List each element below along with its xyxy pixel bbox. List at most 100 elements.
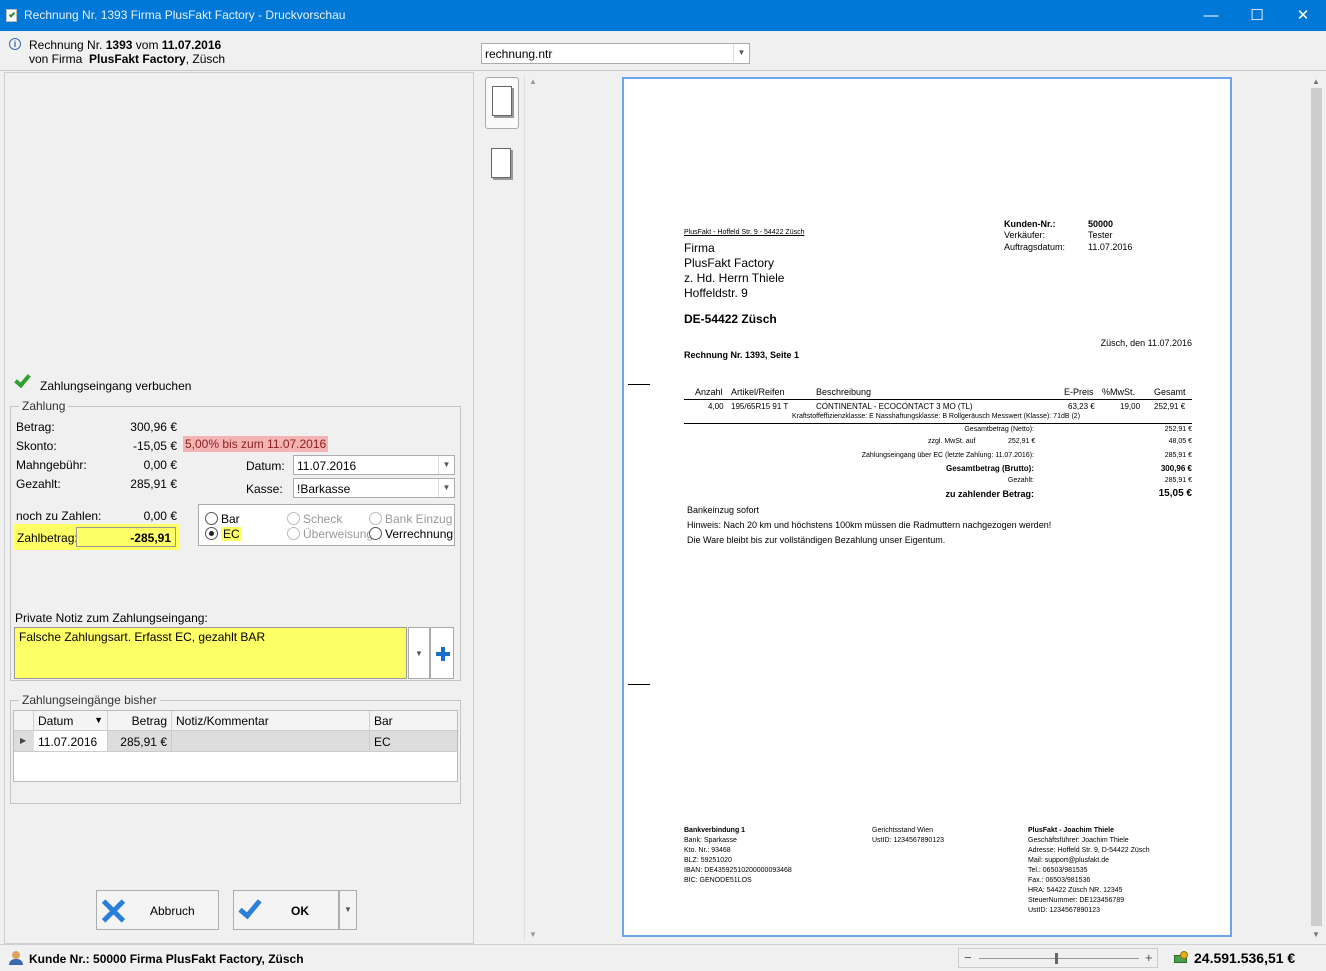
register-label: Kasse:: [246, 482, 283, 496]
scroll-down-icon: ▼: [1312, 930, 1320, 939]
chevron-down-icon: ▼: [733, 44, 749, 62]
row-betrag: 285,91 €: [108, 731, 172, 751]
sort-down-icon: ▼: [94, 715, 103, 725]
preview-area: PlusFakt - Hoffeld Str. 9 - 54422 Züsch …: [548, 72, 1326, 944]
ok-button[interactable]: OK: [233, 890, 339, 930]
customer-icon: [9, 951, 23, 965]
page-thumbnail-1[interactable]: [485, 77, 519, 129]
doc-sum-netto-label: Gesamtbetrag (Netto):: [964, 426, 1034, 433]
status-bar: Kunde Nr.: 50000 Firma PlusFakt Factory,…: [0, 944, 1326, 971]
note-label: Private Notiz zum Zahlungseingang:: [15, 611, 208, 625]
radio-ec[interactable]: [205, 527, 218, 540]
amount-label: Betrag:: [16, 420, 55, 434]
doc-sum-netto: 252,91 €: [1164, 426, 1192, 433]
history-group-title: Zahlungseingänge bisher: [19, 693, 160, 707]
cancel-button[interactable]: Abbruch: [96, 890, 219, 930]
doc-th-anzahl: Anzahl: [695, 387, 723, 397]
zoom-slider[interactable]: − +: [958, 948, 1158, 968]
title-bar: Rechnung Nr. 1393 Firma PlusFakt Factory…: [0, 0, 1326, 31]
chevron-down-icon: ▼: [438, 479, 454, 497]
preview-scrollbar[interactable]: ▲ ▼: [1308, 74, 1325, 942]
zoom-out-icon[interactable]: −: [964, 950, 972, 965]
thumbnail-scrollbar[interactable]: ▲ ▼: [524, 74, 541, 942]
note-textarea[interactable]: Falsche Zahlungsart. Erfasst EC, gezahlt…: [14, 627, 407, 679]
table-row[interactable]: ▶ 11.07.2016 285,91 € EC: [14, 731, 457, 752]
info-line-2: von Firma PlusFakt Factory, Züsch: [29, 52, 226, 66]
doc-th-epreis: E-Preis: [1064, 387, 1094, 397]
col-betrag[interactable]: Betrag: [108, 711, 172, 731]
total-revenue: 24.591.536,51 €: [1194, 950, 1296, 966]
note-dropdown-button[interactable]: ▼: [408, 627, 430, 679]
remaining-value: 0,00 €: [143, 509, 177, 523]
doc-seller: Tester: [1088, 230, 1113, 240]
radio-bank-einzug-label: Bank Einzug: [385, 512, 453, 526]
col-notiz[interactable]: Notiz/Kommentar: [172, 711, 370, 731]
doc-sum-paid: 285,91 €: [1164, 477, 1192, 484]
row-indicator-icon: ▶: [20, 736, 27, 745]
discount-note: 5,00% bis zum 11.07.2016: [183, 436, 329, 452]
doc-sum-payment-label: Zahlungseingang über EC (letzte Zahlung:…: [861, 452, 1034, 459]
doc-city: DE-54422 Züsch: [684, 312, 777, 326]
add-note-button[interactable]: [430, 627, 454, 679]
doc-footer-bank: Bankverbindung 1 Bank: Sparkasse Kto. Nr.:…: [684, 827, 792, 884]
date-picker[interactable]: 11.07.2016 ▼: [293, 455, 455, 475]
doc-place-date: Züsch, den 11.07.2016: [1100, 338, 1192, 348]
amount-value: 300,96 €: [130, 420, 177, 434]
doc-item-gesamt: 252,91 €: [1154, 402, 1186, 411]
doc-sum-due: 15,05 €: [1158, 488, 1192, 499]
doc-th-mwst: %MwSt.: [1102, 387, 1136, 397]
paid-value: 285,91 €: [130, 477, 177, 491]
page-thumbnail-2[interactable]: [485, 142, 519, 186]
radio-verrechnung[interactable]: [369, 527, 382, 540]
page-icon: [492, 86, 512, 116]
zoom-in-icon[interactable]: +: [1145, 950, 1153, 965]
payment-group: Zahlung Betrag: 300,96 € Skonto: -15,05 …: [10, 399, 461, 681]
doc-item-beschreibung: CONTINENTAL - ECOCONTACT 3 MO (TL): [816, 402, 973, 411]
page-icon: [491, 148, 511, 178]
template-select[interactable]: rechnung.ntr ▼: [481, 43, 750, 64]
close-button[interactable]: ✕: [1280, 0, 1326, 31]
radio-bar[interactable]: [205, 512, 218, 525]
payment-pane: Zahlungseingang verbuchen Zahlung Betrag…: [4, 72, 474, 944]
discount-label: Skonto:: [16, 439, 57, 453]
window-title: Rechnung Nr. 1393 Firma PlusFakt Factory…: [24, 8, 346, 22]
doc-customer-no-label: Kunden-Nr.:: [1004, 219, 1056, 229]
history-grid: Datum ▼ Betrag Notiz/Kommentar Bar ▶ 11.0…: [13, 710, 458, 782]
doc-sum-paid-label: Gezahlt:: [1007, 477, 1034, 484]
maximize-button[interactable]: ☐: [1234, 0, 1280, 31]
minimize-button[interactable]: —: [1188, 0, 1234, 31]
discount-value: -15,05 €: [132, 439, 177, 453]
checkmark-icon: [238, 894, 262, 920]
pay-amount-input[interactable]: -285,91: [76, 527, 176, 547]
info-icon: i: [9, 38, 21, 50]
doc-sender-line: PlusFakt - Hoffeld Str. 9 - 54422 Züsch: [684, 229, 805, 236]
row-notiz: [172, 731, 370, 751]
radio-bank-einzug[interactable]: [369, 512, 382, 525]
invoice-date: 11.07.2016: [161, 38, 222, 52]
radio-ueberweisung[interactable]: [287, 527, 300, 540]
info-bar: i Rechnung Nr. 1393 vom 11.07.2016 von F…: [0, 31, 1326, 71]
scroll-up-icon: ▲: [1312, 77, 1320, 86]
zoom-thumb[interactable]: [1055, 953, 1058, 964]
dunning-fee-label: Mahngebühr:: [16, 458, 87, 472]
col-bar[interactable]: Bar: [370, 711, 457, 731]
doc-order-date: 11.07.2016: [1088, 242, 1133, 252]
doc-sum-due-label: zu zahlender Betrag:: [945, 489, 1034, 499]
col-datum[interactable]: Datum ▼: [34, 711, 108, 731]
ok-dropdown-button[interactable]: ▼: [339, 890, 357, 930]
doc-order-date-label: Auftragsdatum:: [1004, 242, 1066, 252]
register-select[interactable]: !Barkasse ▼: [293, 478, 455, 498]
info-line-1: Rechnung Nr. 1393 vom 11.07.2016: [29, 38, 222, 52]
chevron-down-icon: ▼: [438, 456, 454, 474]
book-payment-label: Zahlungseingang verbuchen: [40, 379, 192, 393]
radio-scheck[interactable]: [287, 512, 300, 525]
grid-header: Datum ▼ Betrag Notiz/Kommentar Bar: [14, 711, 457, 731]
doc-th-beschreibung: Beschreibung: [816, 387, 872, 397]
doc-sum-payment: 285,91 €: [1164, 452, 1192, 459]
doc-item-anzahl: 4,00: [708, 402, 724, 411]
doc-item-mwst: 19,00: [1120, 402, 1141, 411]
doc-text-1: Bankeinzug sofort: [687, 505, 760, 515]
scroll-thumb[interactable]: [1311, 88, 1322, 926]
document-page: PlusFakt - Hoffeld Str. 9 - 54422 Züsch …: [622, 77, 1232, 937]
doc-sum-mwst-base: 252,91 €: [1008, 438, 1036, 445]
